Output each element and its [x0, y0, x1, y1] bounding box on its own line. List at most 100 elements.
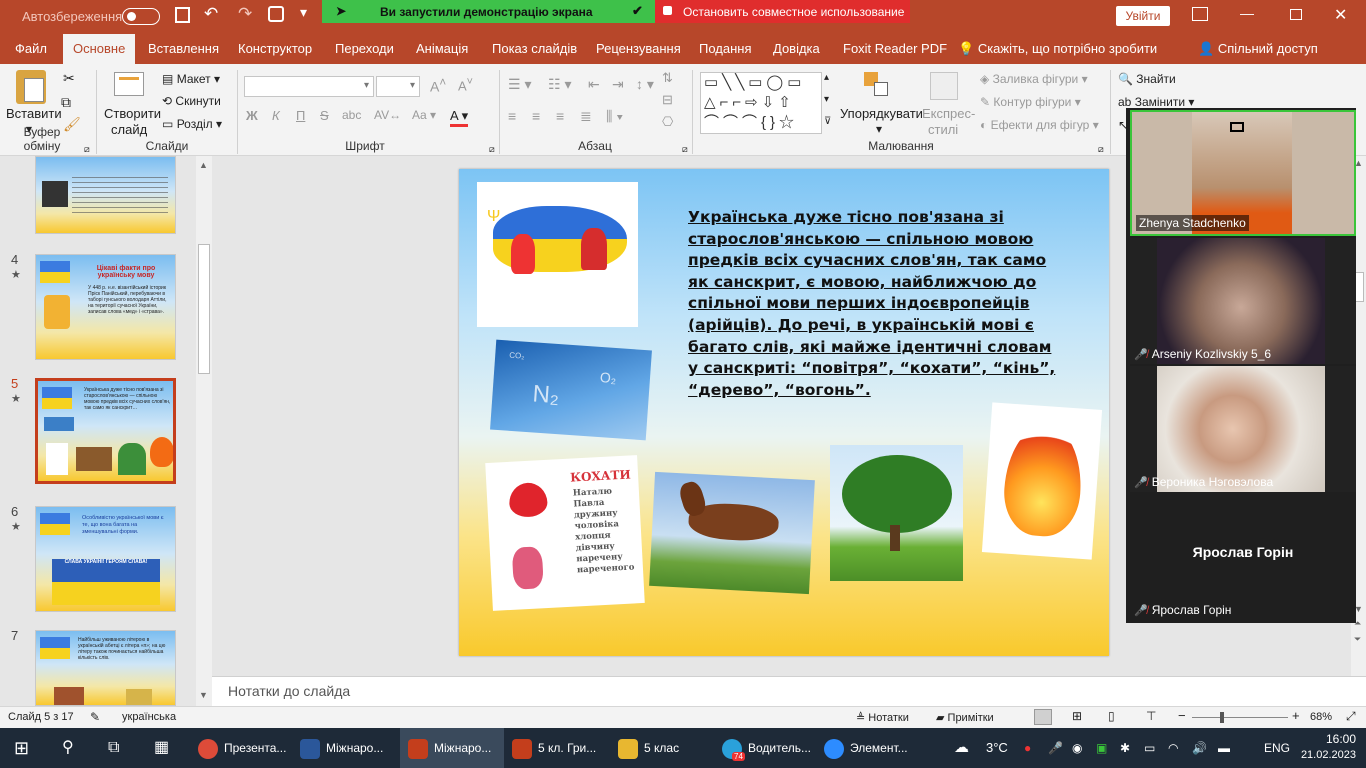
font-name-box[interactable]: ▾: [244, 76, 374, 97]
horse-image[interactable]: [649, 471, 815, 595]
tab-home[interactable]: Основне: [63, 34, 136, 64]
cut-icon[interactable]: ✂: [63, 70, 75, 87]
text-shadow-icon[interactable]: abc: [342, 108, 361, 122]
numbering-icon[interactable]: ☷ ▾: [548, 76, 571, 93]
close-icon[interactable]: ✕: [1334, 5, 1347, 25]
shape-outline-button[interactable]: ✎ Контур фігури ▾: [980, 95, 1081, 109]
quick-styles-icon[interactable]: [930, 72, 958, 100]
reading-view-icon[interactable]: ▯: [1108, 709, 1115, 723]
align-text-icon[interactable]: ⊟: [662, 92, 673, 108]
shape-fill-button[interactable]: ◈ Заливка фігури ▾: [980, 72, 1088, 86]
text-direction-icon[interactable]: ⇅: [662, 70, 673, 86]
undo-icon[interactable]: ↶: [204, 4, 218, 24]
taskbar-app-chrome[interactable]: Презента...: [198, 728, 286, 768]
zoom-tray-icon[interactable]: ◉: [1072, 728, 1082, 768]
mic-icon[interactable]: 🎤: [1048, 728, 1063, 768]
tab-insert[interactable]: Вставлення: [148, 34, 219, 64]
shapes-gallery[interactable]: ▭╲╲▭◯▭ △⌐⌐⇨⇩⇧ ⌒⌒⌒{}☆: [700, 72, 822, 134]
fit-to-window-icon[interactable]: ⤢: [1346, 709, 1356, 724]
increase-indent-icon[interactable]: ⇥: [612, 76, 624, 93]
sky-gases-image[interactable]: N₂ O₂ CO₂: [490, 339, 652, 441]
zoom-slider-thumb[interactable]: [1220, 712, 1224, 723]
clipboard-launcher-icon[interactable]: ⧄: [84, 144, 90, 155]
change-case-icon[interactable]: Aa ▾: [412, 108, 436, 122]
italic-button[interactable]: К: [272, 108, 280, 123]
align-center-icon[interactable]: ≡: [532, 108, 540, 124]
task-view-icon[interactable]: ⧉: [108, 728, 119, 768]
slide-body-text[interactable]: Українська дуже тісно пов'язана зі старо…: [688, 207, 1060, 401]
search-icon[interactable]: ⚲: [62, 728, 74, 768]
network-icon[interactable]: ▭: [1144, 728, 1155, 768]
tab-view[interactable]: Подання: [699, 34, 752, 64]
bold-button[interactable]: Ж: [246, 108, 258, 123]
minimize-icon[interactable]: —: [1240, 5, 1254, 21]
wifi-icon[interactable]: ◠: [1168, 728, 1178, 768]
ukraine-map-kids-image[interactable]: Ψ: [477, 182, 638, 327]
signin-button[interactable]: Увійти: [1116, 6, 1170, 26]
arrange-dropdown-icon[interactable]: ▾: [876, 122, 882, 136]
taskbar-app-zoom[interactable]: Элемент...: [824, 728, 908, 768]
new-slide-label2[interactable]: слайд: [111, 122, 147, 137]
decrease-indent-icon[interactable]: ⇤: [588, 76, 600, 93]
scroll-thumb[interactable]: [198, 244, 210, 374]
share-button[interactable]: 👤 Спільний доступ: [1198, 34, 1318, 64]
align-right-icon[interactable]: ≡: [556, 108, 564, 124]
arrange-icon[interactable]: [864, 72, 890, 98]
slide-thumbnail-6[interactable]: Особливістю української мови є те, що во…: [35, 506, 176, 612]
spellcheck-icon[interactable]: ✎: [90, 710, 100, 724]
tab-slideshow[interactable]: Показ слайдів: [492, 34, 577, 64]
strikethrough-button[interactable]: S: [320, 108, 329, 123]
zoom-out-button[interactable]: −: [1178, 708, 1186, 723]
quick-styles-label2[interactable]: стилі: [928, 122, 958, 137]
next-slide-icon[interactable]: ⏷: [1354, 634, 1361, 645]
font-size-box[interactable]: ▾: [376, 76, 420, 97]
zoom-level[interactable]: 68%: [1310, 711, 1332, 723]
slideshow-view-icon[interactable]: ⊤: [1146, 709, 1156, 723]
save-icon[interactable]: [175, 7, 190, 23]
char-spacing-icon[interactable]: AV↔: [374, 108, 401, 122]
explorer-taskbar-icon[interactable]: ▦: [154, 728, 169, 768]
smartart-icon[interactable]: ⎔: [662, 114, 673, 130]
copy-icon[interactable]: ⧉: [61, 94, 71, 111]
bluetooth-icon[interactable]: ✱: [1120, 728, 1130, 768]
fire-image[interactable]: [981, 402, 1103, 560]
clock-date[interactable]: 21.02.2023: [1294, 749, 1356, 761]
justify-icon[interactable]: ≣: [580, 108, 592, 125]
slide-thumbnail-5-selected[interactable]: Українська дуже тісно пов'язана зі старо…: [35, 378, 176, 484]
start-slideshow-icon[interactable]: [268, 6, 284, 22]
layout-button[interactable]: ▤ Макет ▾: [162, 72, 220, 86]
tray-app-icon[interactable]: ▣: [1096, 728, 1107, 768]
language-indicator[interactable]: українська: [122, 711, 176, 723]
ribbon-display-icon[interactable]: [1192, 7, 1208, 21]
redo-icon[interactable]: ↷: [238, 4, 252, 24]
tab-help[interactable]: Довідка: [773, 34, 820, 64]
zoom-in-button[interactable]: +: [1292, 708, 1300, 723]
find-button[interactable]: 🔍 Знайти: [1118, 72, 1176, 86]
slide-sorter-icon[interactable]: ⊞: [1072, 709, 1082, 723]
slide-thumbnail-4[interactable]: Цікаві факти про українську мову У 448 р…: [35, 254, 176, 360]
slide-thumbnail-7[interactable]: Найбільш уживаною літерою в українській …: [35, 630, 176, 706]
normal-view-icon[interactable]: [1034, 709, 1052, 725]
shape-effects-button[interactable]: ◐ Ефекти для фігур ▾: [980, 118, 1099, 132]
paste-icon[interactable]: [16, 70, 46, 104]
taskbar-app-folder[interactable]: 5 клас: [618, 728, 679, 768]
arrange-button[interactable]: Упорядкувати: [840, 106, 923, 121]
scroll-down-icon[interactable]: ▼: [199, 690, 208, 700]
tab-transitions[interactable]: Переходи: [335, 34, 394, 64]
font-launcher-icon[interactable]: ⧄: [489, 144, 495, 155]
stop-sharing-button[interactable]: Остановить совместное использование: [655, 0, 910, 23]
notes-pane[interactable]: Нотатки до слайда: [212, 676, 1366, 706]
tree-image[interactable]: [830, 445, 963, 581]
video-tile[interactable]: 🎤̸ Arseniy Kozlivskiy 5_6: [1130, 238, 1356, 364]
new-slide-button[interactable]: Створити: [104, 106, 161, 121]
tell-me-search[interactable]: 💡 Скажіть, що потрібно зробити: [958, 34, 1157, 64]
paste-button[interactable]: Вставити: [6, 106, 62, 121]
kohaty-card-image[interactable]: КОХАТИ Наталю Павла дружину чоловіка хло…: [485, 455, 645, 611]
battery-icon[interactable]: ▬: [1218, 728, 1230, 768]
video-tile[interactable]: 🎤̸ Вероника Нэговэлова: [1130, 366, 1356, 492]
tab-foxit[interactable]: Foxit Reader PDF: [843, 34, 947, 64]
taskbar-app-word[interactable]: Міжнаро...: [300, 728, 383, 768]
weather-icon[interactable]: ☁: [954, 728, 969, 768]
bullets-icon[interactable]: ☰ ▾: [508, 76, 531, 93]
weather-temp[interactable]: 3°C: [986, 728, 1008, 768]
